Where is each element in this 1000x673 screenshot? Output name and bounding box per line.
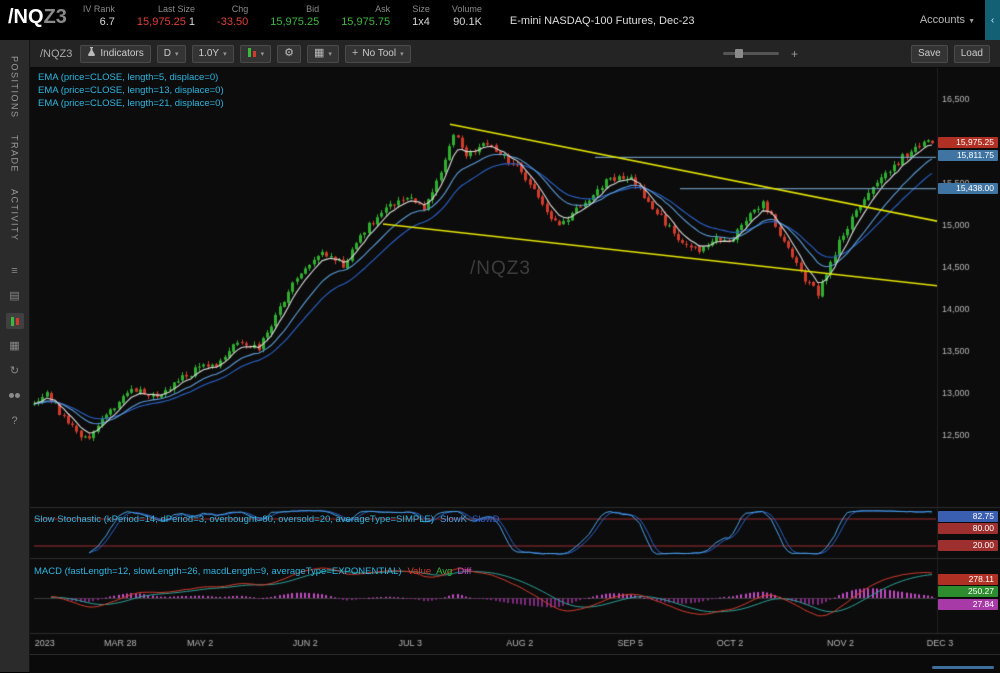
users-glyph: [8, 393, 21, 399]
price-line2-badge: 15,438.00: [938, 183, 998, 194]
zoom-in-button[interactable]: +: [791, 47, 798, 61]
sidebar-icons: ≡ ▤ ▦ ↻ ?: [5, 263, 24, 429]
last-price-badge: 15,975.25: [938, 137, 998, 148]
oversold-badge: 20.00: [938, 540, 998, 551]
chart-type-dropdown[interactable]: ▾: [239, 44, 272, 63]
stat-iv-rank: IV Rank 6.7: [82, 4, 115, 28]
slowk-value-badge: 82.75: [938, 511, 998, 522]
chevron-down-icon: ▾: [175, 50, 179, 58]
chart-settings-button[interactable]: ⚙: [277, 44, 301, 63]
timeframe-dropdown[interactable]: D ▾: [156, 44, 186, 63]
chart-icon[interactable]: [5, 313, 24, 330]
chevron-down-icon: ▾: [328, 50, 332, 58]
grid-icon[interactable]: ▦: [6, 338, 24, 354]
history-icon[interactable]: ↻: [6, 363, 24, 379]
collapse-panel-button[interactable]: ‹: [985, 0, 1000, 40]
candlestick-icon: [247, 47, 257, 60]
last-size: 1: [188, 16, 196, 28]
bottom-scroll-strip: [30, 654, 1000, 673]
gear-icon: ⚙: [284, 47, 294, 59]
document-icon[interactable]: ▤: [6, 288, 24, 304]
macd-value-badge: 278.11: [938, 574, 998, 585]
price-line1-badge: 15,811.75: [938, 150, 998, 161]
stat-last-size: Last Size 15,975.25 1: [136, 4, 196, 28]
symbol-title: /NQZ3: [0, 0, 67, 29]
accounts-dropdown[interactable]: Accounts ▼: [920, 14, 975, 26]
macd-diff-badge: 27.84: [938, 599, 998, 610]
menu-lines-icon[interactable]: ≡: [6, 263, 24, 279]
grid-layout-icon: ▦: [314, 47, 325, 59]
sidebar-tab-activity[interactable]: ACTIVITY: [10, 189, 20, 242]
layout-dropdown[interactable]: ▦ ▾: [307, 44, 339, 63]
header: /NQZ3 IV Rank 6.7 Last Size 15,975.25 1 …: [0, 0, 1000, 40]
crosshair-icon: +: [351, 47, 359, 59]
header-right: Accounts ▼ ‹: [920, 0, 1000, 40]
candle-glyph: [10, 316, 14, 326]
symbol-suffix: Z3: [43, 6, 67, 28]
range-dropdown[interactable]: 1.0Y ▾: [191, 44, 234, 63]
candle-glyph: [15, 317, 19, 325]
save-button[interactable]: Save: [910, 44, 948, 63]
stat-size: Size 1x4: [412, 4, 430, 28]
stat-volume: Volume 90.1K: [451, 4, 482, 28]
sidebar-tab-trade[interactable]: TRADE: [10, 135, 20, 173]
scrollbar-thumb[interactable]: [932, 666, 994, 669]
chart-toolbar: /NQZ3 Indicators D ▾ 1.0Y ▾ ▾ ⚙ ▦ ▾ + No To…: [30, 40, 1000, 68]
toolbar-symbol-label: /NQZ3: [40, 47, 73, 60]
chevron-down-icon: ▼: [968, 18, 975, 25]
contract-description: E-mini NASDAQ-100 Futures, Dec-23: [509, 15, 695, 27]
drawing-tool-dropdown[interactable]: + No Tool ▾: [344, 44, 411, 63]
chevron-left-icon: ‹: [990, 14, 995, 26]
symbol-root: /NQ: [8, 6, 44, 28]
chevron-down-icon: ▾: [400, 50, 404, 58]
zoom-slider[interactable]: [722, 49, 779, 58]
zoom-slider-handle[interactable]: [734, 49, 743, 58]
sidebar-tab-positions[interactable]: POSITIONS: [10, 56, 20, 119]
left-sidebar: POSITIONS TRADE ACTIVITY ≡ ▤ ▦ ↻ ?: [0, 40, 30, 672]
quote-stats: IV Rank 6.7 Last Size 15,975.25 1 Chg -3…: [83, 0, 504, 29]
chevron-down-icon: ▾: [223, 50, 227, 58]
overbought-badge: 80.00: [938, 523, 998, 534]
users-icon[interactable]: [6, 388, 24, 404]
trading-platform: /NQZ3 IV Rank 6.7 Last Size 15,975.25 1 …: [0, 0, 1000, 673]
chevron-down-icon: ▾: [260, 50, 265, 58]
price-chart-canvas[interactable]: [30, 68, 1000, 654]
load-button[interactable]: Load: [953, 44, 990, 63]
stat-bid: Bid 15,975.25: [270, 4, 320, 28]
macd-avg-badge: 250.27: [938, 586, 998, 597]
stat-ask: Ask 15,975.75: [341, 4, 391, 28]
indicators-button[interactable]: Indicators: [80, 44, 151, 63]
flask-icon: [87, 47, 96, 60]
chart-panel: EMA (price=CLOSE, length=5, displace=0) …: [30, 68, 1000, 654]
stat-chg: Chg -33.50: [217, 4, 249, 28]
last-price: 15,975.25: [136, 16, 186, 28]
help-icon[interactable]: ?: [6, 413, 24, 429]
